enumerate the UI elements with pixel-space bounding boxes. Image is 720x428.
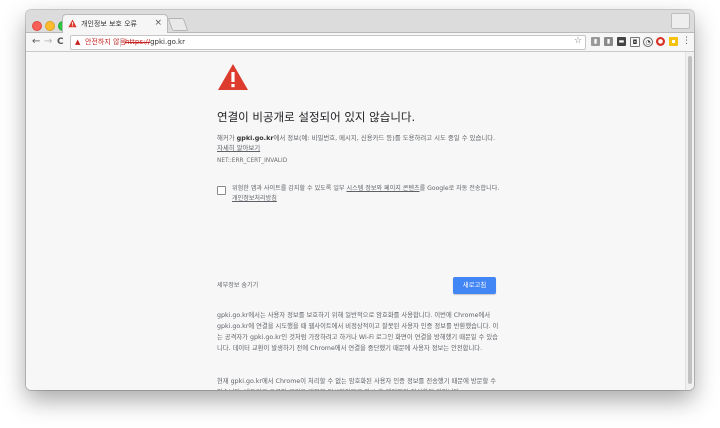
tab-close-icon[interactable]: × <box>154 17 162 29</box>
warning-icon <box>68 19 77 28</box>
forward-button[interactable]: → <box>44 36 52 48</box>
notification-badge-icon[interactable]: ● <box>656 37 665 46</box>
extension-icon-2[interactable]: ▮ <box>604 37 613 46</box>
address-bar[interactable]: ▲ 안전하지 않음 https://gpki.go.kr ☆ <box>70 35 586 50</box>
description-text: 에서 정보(예: 비밀번호, 메시지, 신용카드 등)를 도용하려고 시도 중일… <box>273 134 496 142</box>
extension-icon-1[interactable]: ▮ <box>591 37 600 46</box>
scrollbar-thumb[interactable] <box>688 56 692 384</box>
description-prefix: 해커가 <box>217 134 237 142</box>
browser-window: 개인정보 보호 오류 × ← → C ▲ 안전하지 않음 https://gpk… <box>26 10 694 390</box>
extended-reporting-checkbox[interactable] <box>217 186 226 195</box>
camera-extension-icon[interactable]: ◘ <box>630 37 640 47</box>
page-title: 연결이 비공개로 설정되어 있지 않습니다. <box>217 110 416 124</box>
extension-icon-3[interactable]: ▬ <box>617 37 626 46</box>
reload-page-button[interactable]: 새로고침 <box>453 277 496 294</box>
bookmark-star-icon[interactable]: ☆ <box>574 36 582 47</box>
tab-strip: 개인정보 보호 오류 × <box>26 10 694 34</box>
learn-more-link[interactable]: 자세히 알아보기 <box>217 144 260 152</box>
profile-button[interactable] <box>671 13 690 29</box>
checkbox-text-before: 위험한 앱과 사이트를 감지할 수 있도록 일부 <box>232 185 347 192</box>
close-window-button[interactable] <box>32 21 42 31</box>
browser-toolbar: ← → C ▲ 안전하지 않음 https://gpki.go.kr ☆ ▮ ▮… <box>26 33 694 52</box>
clock-extension-icon[interactable]: ◔ <box>643 37 653 47</box>
menu-icon[interactable]: ⋮ <box>682 35 691 47</box>
warning-description: 해커가 gpki.go.kr에서 정보(예: 비밀번호, 메시지, 신용카드 등… <box>217 133 499 153</box>
scrollbar[interactable] <box>685 52 694 390</box>
url-host: gpki.go.kr <box>150 38 185 46</box>
reload-button[interactable]: C <box>57 36 64 48</box>
hide-details-button[interactable]: 세부정보 숨기기 <box>217 280 258 289</box>
new-tab-button[interactable] <box>167 18 189 31</box>
checkbox-text-after: 를 Google로 자동 전송합니다. <box>419 185 500 192</box>
minimize-window-button[interactable] <box>45 21 55 31</box>
security-warning-icon: ▲ <box>75 38 81 46</box>
url-scheme: https:// <box>125 38 151 46</box>
details-paragraph-2: 현재 gpki.go.kr에서 Chrome이 처리할 수 없는 암호화된 사용… <box>217 378 497 390</box>
description-host: gpki.go.kr <box>236 134 274 142</box>
danger-warning-icon <box>218 64 248 90</box>
omnibox-divider <box>120 38 121 47</box>
extension-icon-yellow[interactable]: ▪ <box>669 37 678 46</box>
back-button[interactable]: ← <box>32 36 40 48</box>
error-code[interactable]: NET::ERR_CERT_INVALID <box>217 158 287 164</box>
tab-title: 개인정보 보호 오류 <box>81 20 137 28</box>
extended-reporting-label: 위험한 앱과 사이트를 감지할 수 있도록 일부 시스템 정보와 페이지 콘텐츠… <box>232 184 500 204</box>
system-info-link[interactable]: 시스템 정보와 페이지 콘텐츠 <box>346 185 419 192</box>
tab-privacy-error[interactable]: 개인정보 보호 오류 × <box>62 14 168 34</box>
details-paragraph-1: gpki.go.kr에서는 사용자 정보를 보호하기 위해 일반적으로 암호화를… <box>217 312 499 353</box>
privacy-policy-link[interactable]: 개인정보처리방침 <box>232 195 277 202</box>
url-text[interactable]: https://gpki.go.kr <box>125 38 185 47</box>
